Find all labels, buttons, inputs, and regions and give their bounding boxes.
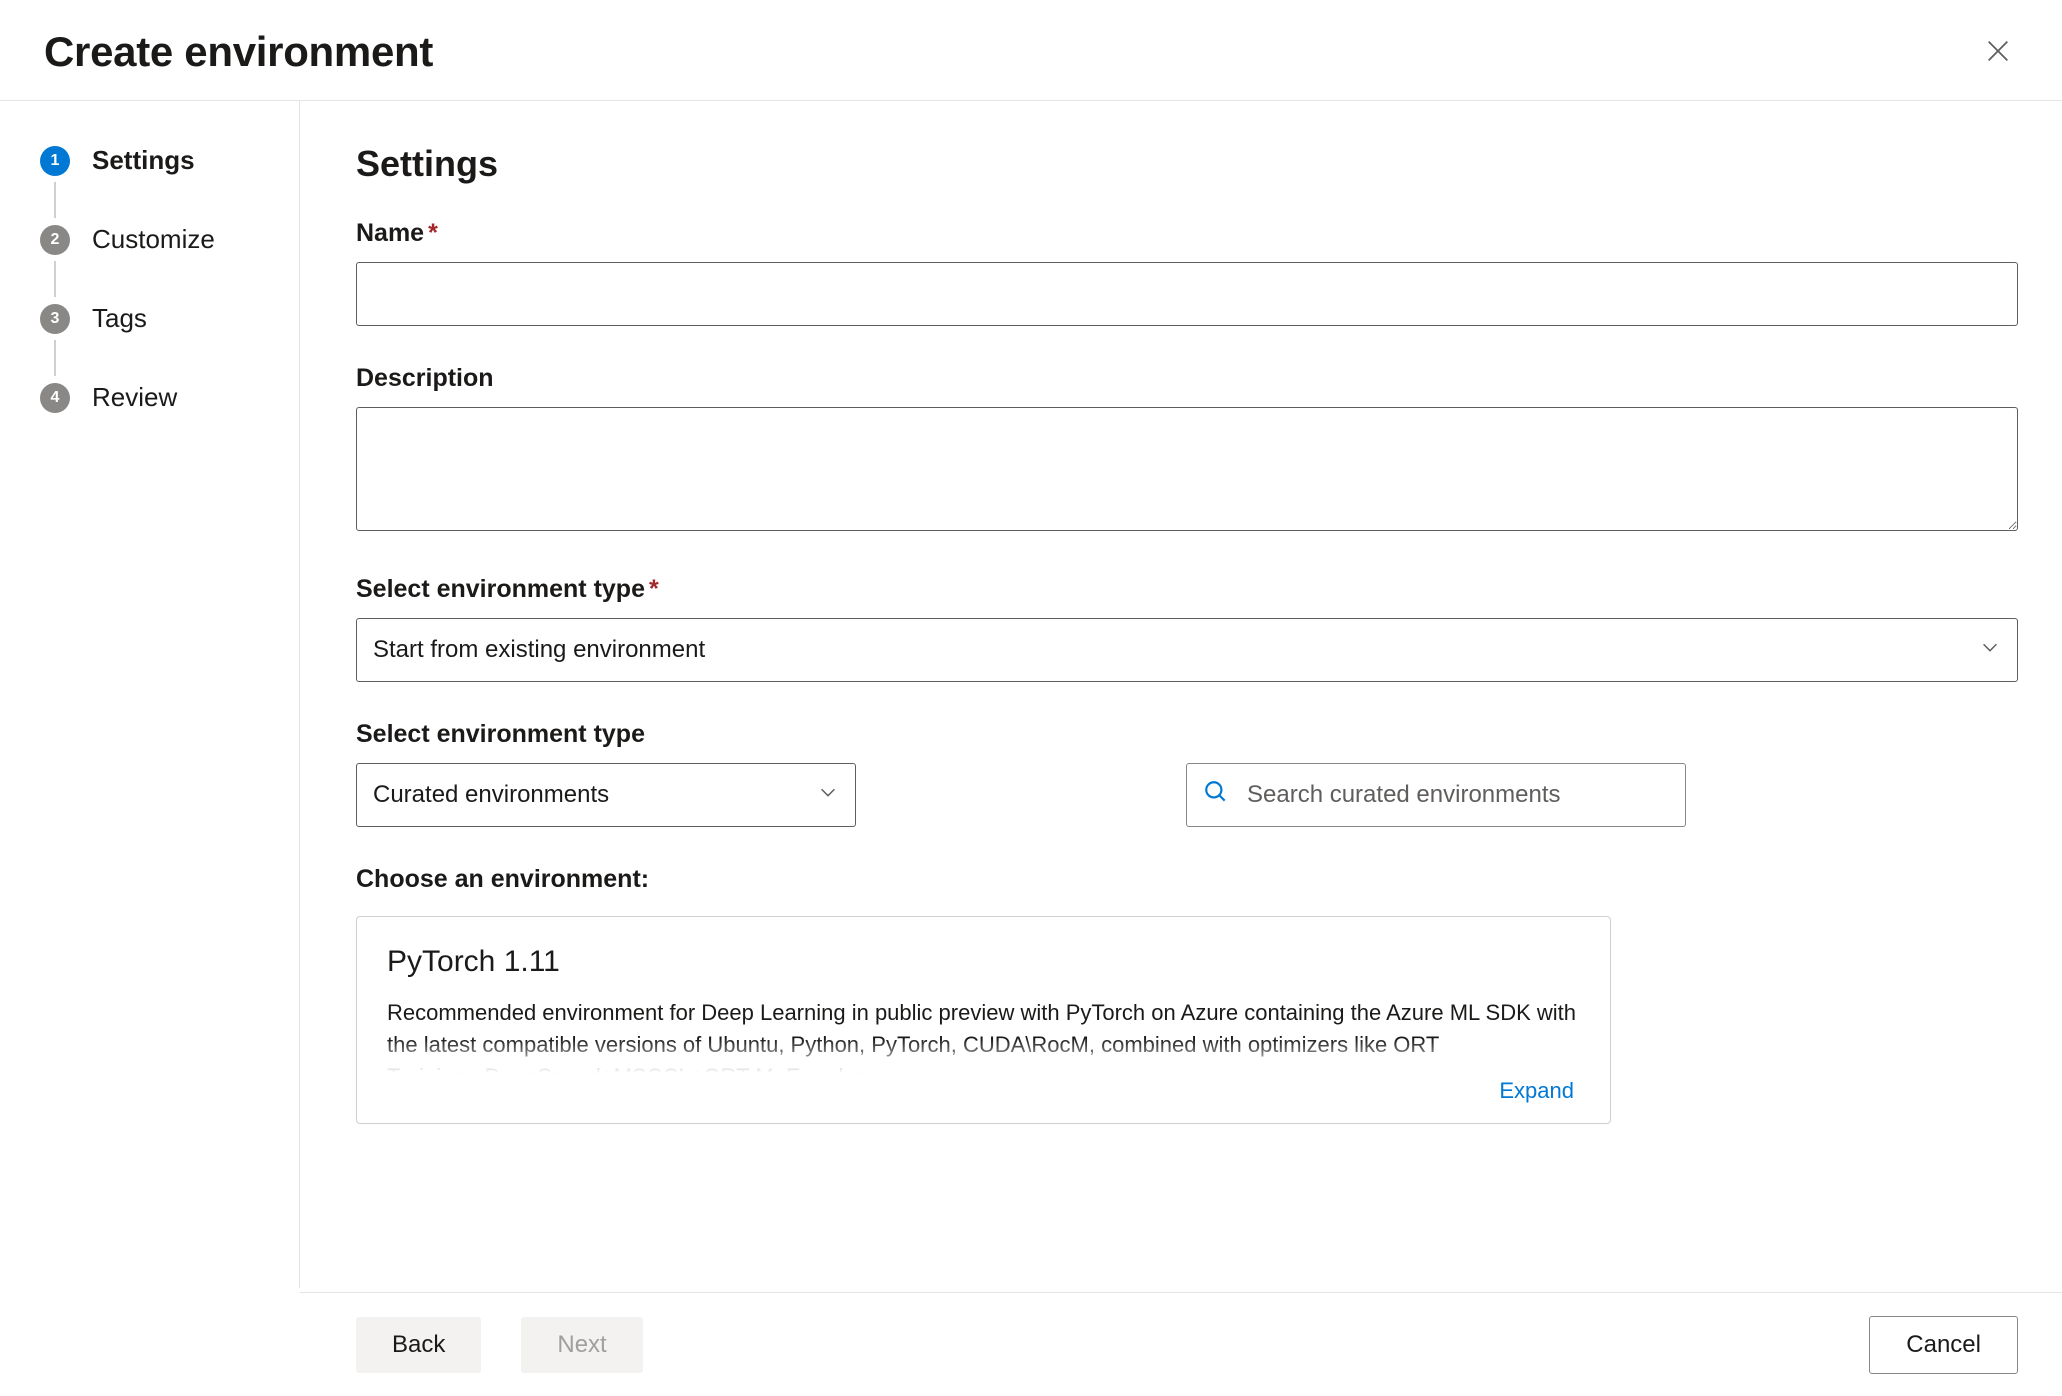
step-connector xyxy=(54,340,56,376)
wizard-stepper: 1 Settings 2 Customize 3 Tags 4 Review xyxy=(0,101,300,1288)
cancel-button[interactable]: Cancel xyxy=(1869,1316,2018,1374)
next-button[interactable]: Next xyxy=(521,1317,642,1373)
choose-env-label: Choose an environment: xyxy=(356,865,2018,894)
env-card-title: PyTorch 1.11 xyxy=(387,945,1580,979)
environment-card[interactable]: PyTorch 1.11 Recommended environment for… xyxy=(356,916,1611,1124)
step-settings[interactable]: 1 Settings xyxy=(40,139,269,182)
settings-panel: Settings Name* Description Select enviro… xyxy=(300,101,2062,1288)
description-label: Description xyxy=(356,364,2018,393)
search-icon xyxy=(1203,779,1229,811)
step-connector xyxy=(54,182,56,218)
step-connector xyxy=(54,261,56,297)
field-name: Name* xyxy=(356,219,2018,326)
field-description: Description xyxy=(356,364,2018,537)
panel-heading: Settings xyxy=(356,143,2018,185)
step-number-badge: 4 xyxy=(40,383,70,413)
env-type-label: Select environment type* xyxy=(356,575,2018,604)
env-subtype-select[interactable]: Curated environments xyxy=(356,763,856,827)
step-review[interactable]: 4 Review xyxy=(40,376,269,419)
step-tags[interactable]: 3 Tags xyxy=(40,297,269,340)
close-icon xyxy=(1984,53,2012,68)
step-label: Settings xyxy=(92,145,195,176)
step-label: Customize xyxy=(92,224,215,255)
close-button[interactable] xyxy=(1978,31,2018,74)
env-subtype-row: Select environment type Curated environm… xyxy=(356,720,2018,827)
required-asterisk: * xyxy=(649,575,659,603)
back-button[interactable]: Back xyxy=(356,1317,481,1373)
field-env-type: Select environment type* Start from exis… xyxy=(356,575,2018,682)
env-card-description: Recommended environment for Deep Learnin… xyxy=(387,997,1580,1073)
chevron-down-icon xyxy=(817,781,839,810)
env-type-value: Start from existing environment xyxy=(373,636,705,664)
env-subtype-value: Curated environments xyxy=(373,781,609,809)
step-number-badge: 2 xyxy=(40,225,70,255)
step-customize[interactable]: 2 Customize xyxy=(40,218,269,261)
step-number-badge: 1 xyxy=(40,146,70,176)
wizard-footer: Back Next Cancel xyxy=(300,1292,2062,1396)
field-env-subtype: Select environment type Curated environm… xyxy=(356,720,856,827)
chevron-down-icon xyxy=(1979,636,2001,665)
env-search-input[interactable] xyxy=(1245,780,1669,810)
dialog-header: Create environment xyxy=(0,0,2062,101)
name-input[interactable] xyxy=(356,262,2018,326)
env-type-select[interactable]: Start from existing environment xyxy=(356,618,2018,682)
step-label: Tags xyxy=(92,303,147,334)
required-asterisk: * xyxy=(428,219,438,247)
name-label: Name* xyxy=(356,219,2018,248)
env-subtype-label: Select environment type xyxy=(356,720,856,749)
expand-button[interactable]: Expand xyxy=(1493,1077,1580,1105)
env-search-box[interactable] xyxy=(1186,763,1686,827)
step-number-badge: 3 xyxy=(40,304,70,334)
description-input[interactable] xyxy=(356,407,2018,531)
step-label: Review xyxy=(92,382,177,413)
dialog-title: Create environment xyxy=(44,28,433,76)
